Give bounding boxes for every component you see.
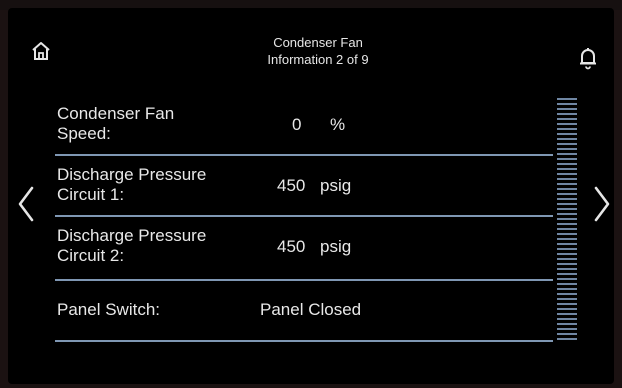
scrollbar-tick [557,183,577,185]
scrollbar-tick [557,258,577,260]
scrollbar-tick [557,268,577,270]
row-label-line2: Speed: [57,124,111,143]
row-label: Condenser Fan Speed: [57,104,174,144]
row-divider [55,154,553,156]
scrollbar-tick [557,153,577,155]
row-label: Discharge Pressure Circuit 2: [57,226,206,266]
scrollbar-tick [557,263,577,265]
scrollbar-tick [557,243,577,245]
scrollbar-tick [557,228,577,230]
row-label: Panel Switch: [57,300,160,320]
scrollbar-tick [557,108,577,110]
list-item-panel-switch: Panel Switch: Panel Closed [55,300,553,346]
scrollbar-tick [557,333,577,335]
scrollbar-tick [557,148,577,150]
scrollbar-tick [557,173,577,175]
chevron-right-icon[interactable] [588,182,616,226]
scrollbar-tick [557,213,577,215]
scrollbar-tick [557,203,577,205]
scrollbar-tick [557,298,577,300]
scrollbar-tick [557,163,577,165]
row-label-line1: Discharge Pressure [57,226,207,245]
list-item-discharge-pressure-circuit-2: Discharge Pressure Circuit 2: 450 psig [55,226,553,281]
scrollbar-tick [557,158,577,160]
list-item-discharge-pressure-circuit-1: Discharge Pressure Circuit 1: 450 psig [55,165,553,219]
row-label-line1: Discharge Pressure [57,165,207,184]
scrollbar-tick [557,138,577,140]
scrollbar-tick [557,248,577,250]
scrollbar-tick [557,168,577,170]
row-unit: % [330,115,346,134]
page-title: Condenser Fan Information 2 of 9 [188,34,448,68]
scrollbar-tick [557,233,577,235]
home-icon[interactable] [30,40,52,62]
row-label-line2: Circuit 2: [57,246,125,265]
scrollbar-tick [557,193,577,195]
scrollbar-tick [557,128,577,130]
scrollbar-tick [557,303,577,305]
scrollbar-tick [557,318,577,320]
row-label: Discharge Pressure Circuit 1: [57,165,206,205]
scrollbar-tick [557,338,577,340]
row-value: Panel Closed [260,300,362,319]
chevron-left-icon[interactable] [12,182,40,226]
scrollbar-tick [557,293,577,295]
scrollbar-tick [557,103,577,105]
scrollbar-tick [557,328,577,330]
row-value: 450 [277,176,306,195]
row-value: 0 [292,115,302,134]
page-title-line2: Information 2 of 9 [267,52,369,67]
scrollbar-tick [557,283,577,285]
row-label-line1: Condenser Fan [57,104,175,123]
scrollbar[interactable] [555,96,579,344]
scrollbar-tick [557,118,577,120]
scrollbar-tick [557,133,577,135]
list-item-condenser-fan-speed: Condenser Fan Speed: 0 % [55,104,553,158]
scrollbar-tick [557,198,577,200]
scrollbar-tick [557,313,577,315]
scrollbar-tick [557,208,577,210]
scrollbar-tick [557,273,577,275]
scrollbar-tick [557,113,577,115]
scrollbar-tick [557,188,577,190]
scrollbar-tick [557,143,577,145]
row-divider [55,215,553,217]
scrollbar-tick [557,288,577,290]
row-unit: psig [320,237,352,256]
row-label-line2: Circuit 1: [57,185,125,204]
scrollbar-tick [557,253,577,255]
page-title-line1: Condenser Fan [273,35,363,50]
scrollbar-tick [557,323,577,325]
bell-icon[interactable] [577,46,599,70]
scrollbar-tick [557,98,577,100]
scrollbar-tick [557,278,577,280]
scrollbar-tick [557,223,577,225]
row-label-line1: Panel Switch: [57,300,160,319]
scrollbar-tick [557,123,577,125]
row-divider [55,340,553,342]
scrollbar-tick [557,308,577,310]
scrollbar-tick [557,218,577,220]
scrollbar-tick [557,178,577,180]
row-divider [55,279,553,281]
row-unit: psig [320,176,352,195]
row-value: 450 [277,237,306,256]
scrollbar-tick [557,238,577,240]
